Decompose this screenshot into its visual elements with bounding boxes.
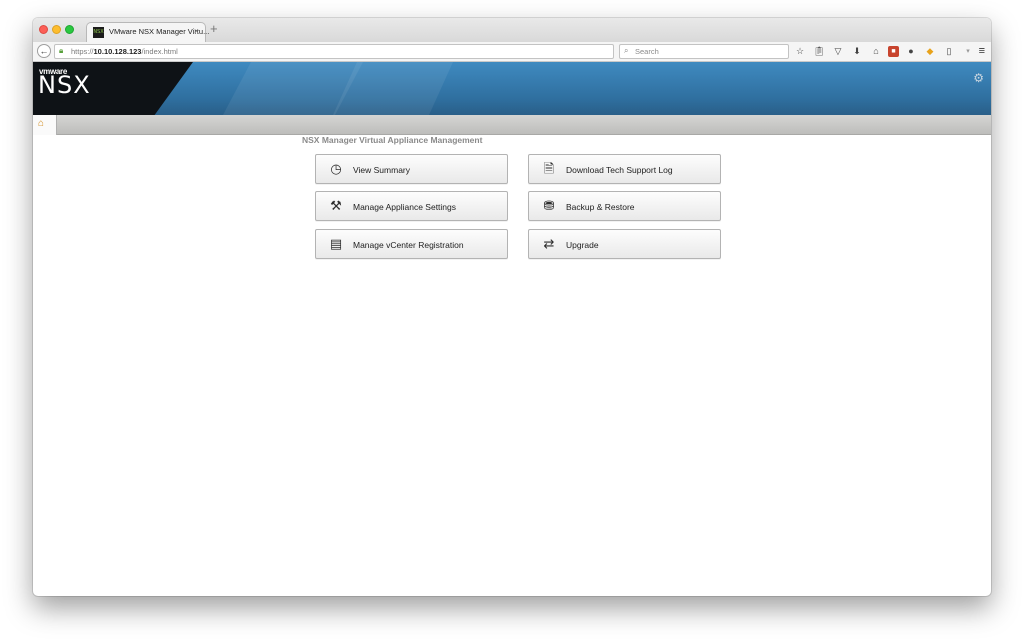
browser-tab[interactable]: NSX VMware NSX Manager Virtu... × <box>86 22 209 42</box>
tab-strip: NSX VMware NSX Manager Virtu... × + <box>33 18 991 42</box>
nsx-favicon-icon: NSX <box>93 27 104 38</box>
sub-navigation-bar: ⌂ <box>33 115 991 135</box>
close-window-button[interactable] <box>39 25 48 34</box>
arrow-left-icon: ← <box>39 46 49 56</box>
button-label: Upgrade <box>566 240 599 250</box>
search-icon: ⌕ <box>624 46 629 55</box>
reading-list-icon[interactable]: 📋︎ <box>812 45 826 58</box>
home-icon: ⌂ <box>38 118 45 129</box>
manage-vcenter-registration-button[interactable]: ▤ Manage vCenter Registration <box>315 229 508 259</box>
upgrade-button[interactable]: ⇄ Upgrade <box>528 229 721 259</box>
dashboard-icon: ◷ <box>330 162 342 177</box>
home-tab[interactable]: ⌂ <box>33 115 57 135</box>
button-label: Backup & Restore <box>566 202 635 212</box>
home-icon[interactable]: ⌂ <box>869 45 883 58</box>
star-icon[interactable]: ☆ <box>793 45 807 58</box>
tools-icon: ⚒ <box>330 199 342 214</box>
download-tech-support-log-button[interactable]: 🗎︎ Download Tech Support Log <box>528 154 721 184</box>
button-label: Manage Appliance Settings <box>353 202 457 212</box>
browser-window: NSX VMware NSX Manager Virtu... × + ← 🔒︎… <box>33 18 991 596</box>
dropdown-icon[interactable]: ▾ <box>961 45 975 58</box>
nsx-logo: NSX <box>38 71 91 99</box>
search-bar[interactable]: ⌕ Search <box>619 44 789 59</box>
gear-icon[interactable]: ⚙ <box>973 71 984 85</box>
document-download-icon: 🗎︎ <box>543 162 555 177</box>
chat-icon[interactable]: ● <box>904 45 918 58</box>
colorful-extension-icon[interactable]: ◆ <box>923 45 937 58</box>
close-tab-icon[interactable]: × <box>194 26 199 36</box>
trash-icon[interactable]: ▯ <box>942 45 956 58</box>
back-button[interactable]: ← <box>37 44 51 58</box>
new-tab-button[interactable]: + <box>210 22 218 36</box>
database-backup-icon: ⛃ <box>543 199 555 214</box>
minimize-window-button[interactable] <box>52 25 61 34</box>
pocket-icon[interactable]: ▽ <box>831 45 845 58</box>
zoom-window-button[interactable] <box>65 25 74 34</box>
swap-arrows-icon: ⇄ <box>543 237 555 252</box>
download-icon[interactable]: ⬇ <box>850 45 864 58</box>
extension-red-icon[interactable]: ■ <box>888 46 899 57</box>
browser-toolbar: ☆ 📋︎ ▽ ⬇ ⌂ ■ ● ◆ ▯ ▾ <box>793 45 980 59</box>
view-summary-button[interactable]: ◷ View Summary <box>315 154 508 184</box>
button-label: Manage vCenter Registration <box>353 240 464 250</box>
manage-appliance-settings-button[interactable]: ⚒ Manage Appliance Settings <box>315 191 508 221</box>
server-registration-icon: ▤ <box>329 237 343 252</box>
navigation-bar: ← 🔒︎ https://10.10.128.123/index.html ↻ … <box>33 42 991 62</box>
search-input[interactable]: Search <box>635 47 659 56</box>
nsx-header-banner: vmware NSX ⚙ <box>33 62 991 115</box>
url-bar[interactable]: 🔒︎ https://10.10.128.123/index.html ↻ <box>54 44 631 59</box>
backup-restore-button[interactable]: ⛃ Backup & Restore <box>528 191 721 221</box>
hamburger-menu-icon[interactable]: ≡ <box>979 45 985 57</box>
page-title: NSX Manager Virtual Appliance Management <box>302 135 483 145</box>
button-label: Download Tech Support Log <box>566 165 673 175</box>
lock-icon: 🔒︎ <box>59 46 64 55</box>
button-label: View Summary <box>353 165 410 175</box>
url-text: https://10.10.128.123/index.html <box>71 47 178 56</box>
